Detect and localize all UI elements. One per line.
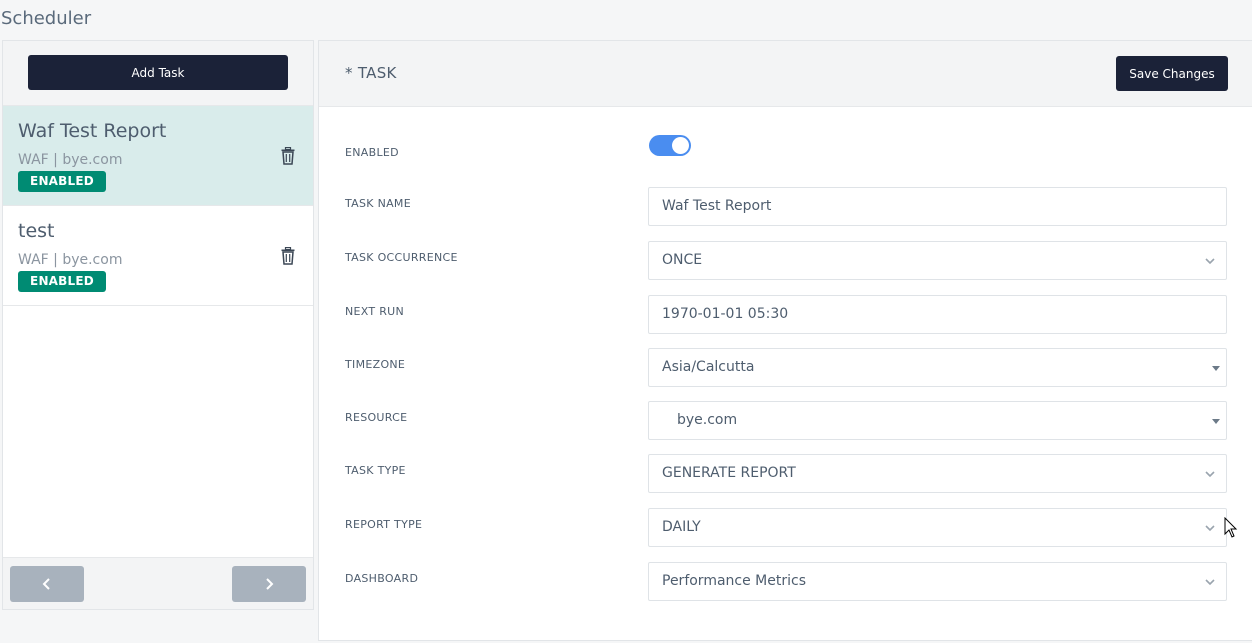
- report-type-label: REPORT TYPE: [345, 518, 423, 531]
- pagination-bar: [3, 557, 313, 609]
- dashboard-select[interactable]: Performance Metrics: [648, 562, 1227, 601]
- form-title: * TASK: [345, 64, 397, 82]
- resource-value: bye.com: [677, 412, 738, 428]
- task-list-item[interactable]: Waf Test Report WAF | bye.com ENABLED: [3, 106, 313, 206]
- task-occurrence-select[interactable]: ONCE: [648, 241, 1227, 280]
- chevron-down-icon: [1205, 471, 1215, 478]
- resource-label: RESOURCE: [345, 411, 408, 424]
- task-type-value: GENERATE REPORT: [662, 465, 796, 481]
- task-item-name: Waf Test Report: [18, 120, 167, 142]
- mouse-cursor-icon: [1224, 517, 1238, 538]
- task-list-item[interactable]: test WAF | bye.com ENABLED: [3, 206, 313, 306]
- task-form-header: * TASK Save Changes: [319, 41, 1252, 107]
- chevron-down-icon: [1205, 258, 1215, 265]
- task-list-panel: Add Task Waf Test Report WAF | bye.com E…: [2, 40, 314, 610]
- task-item-meta: WAF | bye.com: [18, 152, 123, 168]
- task-occurrence-value: ONCE: [662, 252, 703, 268]
- chevron-right-icon: [266, 578, 274, 590]
- trash-icon[interactable]: [281, 147, 295, 165]
- chevron-down-icon: [1205, 579, 1215, 586]
- toggle-knob: [672, 137, 689, 154]
- save-changes-button[interactable]: Save Changes: [1116, 56, 1228, 91]
- resource-select[interactable]: bye.com: [648, 401, 1227, 440]
- caret-down-icon: [1212, 366, 1220, 371]
- add-task-button[interactable]: Add Task: [28, 55, 288, 90]
- timezone-select[interactable]: Asia/Calcutta: [648, 348, 1227, 387]
- status-badge: ENABLED: [18, 171, 106, 192]
- enabled-toggle[interactable]: [649, 135, 691, 156]
- next-run-label: NEXT RUN: [345, 305, 405, 318]
- next-page-button[interactable]: [232, 566, 306, 602]
- trash-icon[interactable]: [281, 247, 295, 265]
- report-type-select[interactable]: DAILY: [648, 508, 1227, 547]
- task-type-select[interactable]: GENERATE REPORT: [648, 454, 1227, 493]
- timezone-label: TIMEZONE: [345, 358, 406, 371]
- dashboard-value: Performance Metrics: [662, 573, 806, 589]
- timezone-value: Asia/Calcutta: [662, 359, 755, 375]
- dashboard-label: DASHBOARD: [345, 572, 419, 585]
- task-item-meta: WAF | bye.com: [18, 252, 123, 268]
- task-occurrence-label: TASK OCCURRENCE: [345, 251, 458, 264]
- enabled-label: ENABLED: [345, 146, 399, 159]
- report-type-value: DAILY: [662, 519, 701, 535]
- caret-down-icon: [1212, 419, 1220, 424]
- chevron-left-icon: [42, 578, 50, 590]
- page-title: Scheduler: [1, 8, 92, 29]
- task-name-input[interactable]: Waf Test Report: [648, 187, 1227, 226]
- task-name-label: TASK NAME: [345, 197, 411, 210]
- next-run-input[interactable]: 1970-01-01 05:30: [648, 295, 1227, 334]
- previous-page-button[interactable]: [10, 566, 84, 602]
- status-badge: ENABLED: [18, 271, 106, 292]
- task-item-name: test: [18, 220, 55, 242]
- chevron-down-icon: [1205, 525, 1215, 532]
- task-form-panel: * TASK Save Changes ENABLED TASK NAME Wa…: [318, 40, 1252, 641]
- task-list-header: Add Task: [3, 41, 313, 106]
- task-type-label: TASK TYPE: [345, 464, 406, 477]
